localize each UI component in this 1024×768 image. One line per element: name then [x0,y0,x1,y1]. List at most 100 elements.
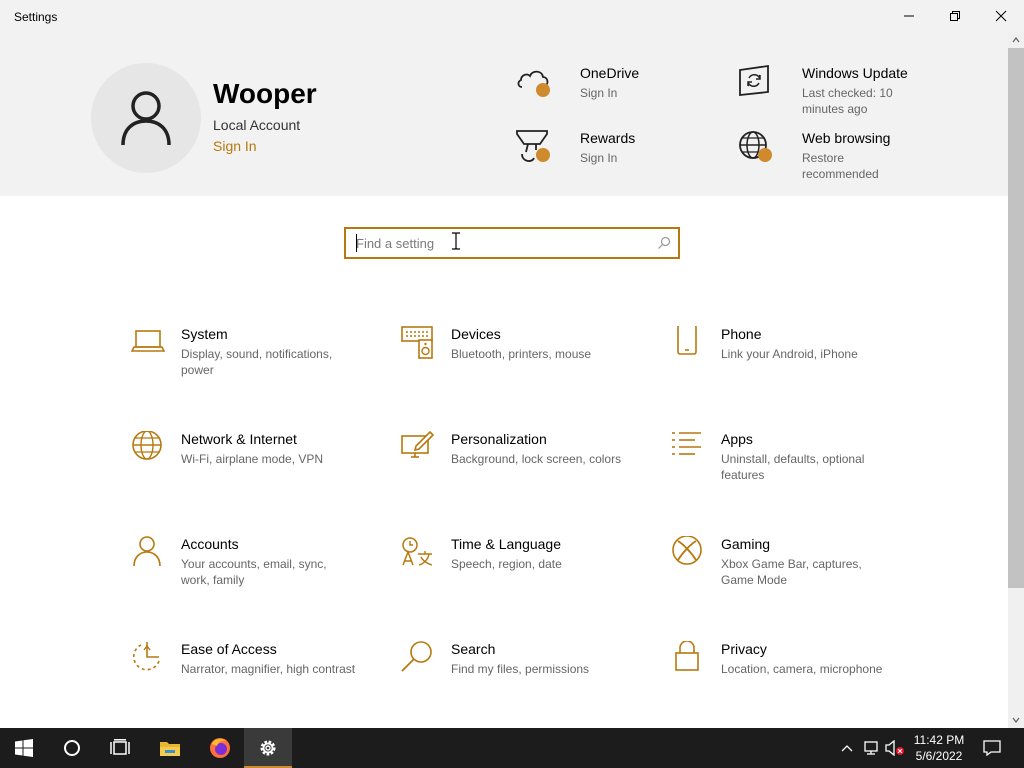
category-accounts[interactable]: Accounts Your accounts, email, sync, wor… [131,536,361,587]
category-personalization[interactable]: Personalization Background, lock screen,… [401,431,631,481]
window-title: Settings [14,10,58,24]
scroll-up-button[interactable] [1008,32,1024,48]
status-badge [536,148,550,162]
category-subtitle: Link your Android, iPhone [721,347,858,361]
category-title: Network & Internet [181,431,297,447]
task-view-button[interactable] [96,728,144,768]
category-subtitle: Narrator, magnifier, high contrast [181,662,356,676]
scrollbar-thumb[interactable] [1008,48,1024,588]
file-explorer-button[interactable] [146,728,194,768]
category-ease-of-access[interactable]: Ease of Access Narrator, magnifier, high… [131,641,361,691]
restore-button[interactable] [932,0,978,32]
category-title: Time & Language [451,536,561,552]
category-privacy[interactable]: Privacy Location, camera, microphone [671,641,901,691]
account-name: Wooper [213,78,317,109]
category-title: System [181,326,228,342]
person-icon [133,536,161,567]
show-hidden-icons-button[interactable] [838,728,856,768]
search-icon[interactable] [657,236,671,250]
onedrive-subtitle: Sign In [580,86,618,100]
close-button[interactable] [978,0,1024,32]
keyboard-speaker-icon [401,326,433,359]
category-title: Accounts [181,536,239,552]
clock-time: 11:42 PM [913,733,965,747]
network-icon [864,741,878,755]
chevron-up-icon [1012,37,1020,43]
category-time-language[interactable]: Time & Language Speech, region, date [401,536,631,586]
status-badge [536,83,550,97]
laptop-icon [131,330,165,352]
ease-of-access-icon [132,642,160,671]
category-devices[interactable]: Devices Bluetooth, printers, mouse [401,326,631,376]
minimize-button[interactable] [886,0,932,32]
category-subtitle: Background, lock screen, colors [451,452,622,466]
restore-icon [950,11,960,21]
firefox-button[interactable] [196,728,244,768]
windows-update-item[interactable]: Windows Update Last checked: 10 minutes … [738,65,938,116]
cortana-icon [64,740,80,756]
phone-icon [677,326,697,355]
category-subtitle: Xbox Game Bar, captures, Game Mode [721,557,862,587]
rewards-item[interactable]: Rewards Sign In [516,130,716,170]
windows-update-title: Windows Update [802,65,908,81]
category-title: Gaming [721,536,771,552]
time-language-icon [402,537,433,566]
web-browsing-item[interactable]: Web browsing Restore recommended [738,130,938,181]
title-bar: Settings [0,0,1024,32]
web-browsing-subtitle: Restore recommended [802,151,879,181]
category-title: Search [451,641,496,657]
start-icon [15,739,33,757]
account-type: Local Account [213,117,301,133]
text-caret [356,234,357,252]
apps-list-icon [672,432,701,455]
onedrive-title: OneDrive [580,65,640,81]
web-browsing-title: Web browsing [802,130,891,146]
category-title: Apps [721,431,753,447]
chevron-up-icon [841,745,853,752]
category-phone[interactable]: Phone Link your Android, iPhone [671,326,901,376]
start-button[interactable] [0,728,48,768]
category-subtitle: Bluetooth, printers, mouse [451,347,592,361]
category-title: Personalization [451,431,547,447]
category-title: Devices [451,326,501,342]
xbox-icon [672,536,702,565]
close-icon [995,10,1007,22]
category-subtitle: Display, sound, notifications, power [181,347,333,377]
task-view-icon [110,739,130,755]
category-title: Phone [721,326,762,342]
taskbar: 11:42 PM 5/6/2022 [0,728,1024,768]
network-tray-button[interactable] [860,728,882,768]
category-subtitle: Find my files, permissions [451,662,590,676]
person-icon [121,91,171,146]
category-title: Ease of Access [181,641,277,657]
clock-date: 5/6/2022 [915,749,963,763]
rewards-title: Rewards [580,130,636,146]
cortana-button[interactable] [48,728,96,768]
category-gaming[interactable]: Gaming Xbox Game Bar, captures, Game Mod… [671,536,901,587]
category-network-internet[interactable]: Network & Internet Wi-Fi, airplane mode,… [131,431,361,481]
avatar[interactable] [91,63,201,173]
category-subtitle: Location, camera, microphone [721,662,883,676]
category-search[interactable]: Search Find my files, permissions [401,641,631,691]
category-system[interactable]: System Display, sound, notifications, po… [131,326,361,377]
onedrive-item[interactable]: OneDrive Sign In [516,65,716,105]
category-subtitle: Your accounts, email, sync, work, family [181,557,327,587]
scroll-down-button[interactable] [1008,712,1024,728]
action-center-button[interactable] [978,728,1006,768]
search-input[interactable] [346,229,646,257]
search-box[interactable] [344,227,680,259]
chevron-down-icon [1012,717,1020,723]
account-header: Wooper Local Account Sign In OneDrive Si… [0,32,1008,196]
file-explorer-icon [160,742,180,756]
category-subtitle: Speech, region, date [451,557,562,571]
account-signin-link[interactable]: Sign In [213,138,257,154]
globe-icon [132,431,162,460]
category-title: Privacy [721,641,767,657]
notification-icon [983,740,1001,756]
category-apps[interactable]: Apps Uninstall, defaults, optional featu… [671,431,901,482]
category-subtitle: Wi-Fi, airplane mode, VPN [181,452,324,466]
mouse-cursor-ibeam [452,232,460,250]
settings-taskbar-button[interactable] [244,728,292,768]
taskbar-clock[interactable]: 11:42 PM 5/6/2022 [902,732,976,764]
rewards-subtitle: Sign In [580,151,618,165]
